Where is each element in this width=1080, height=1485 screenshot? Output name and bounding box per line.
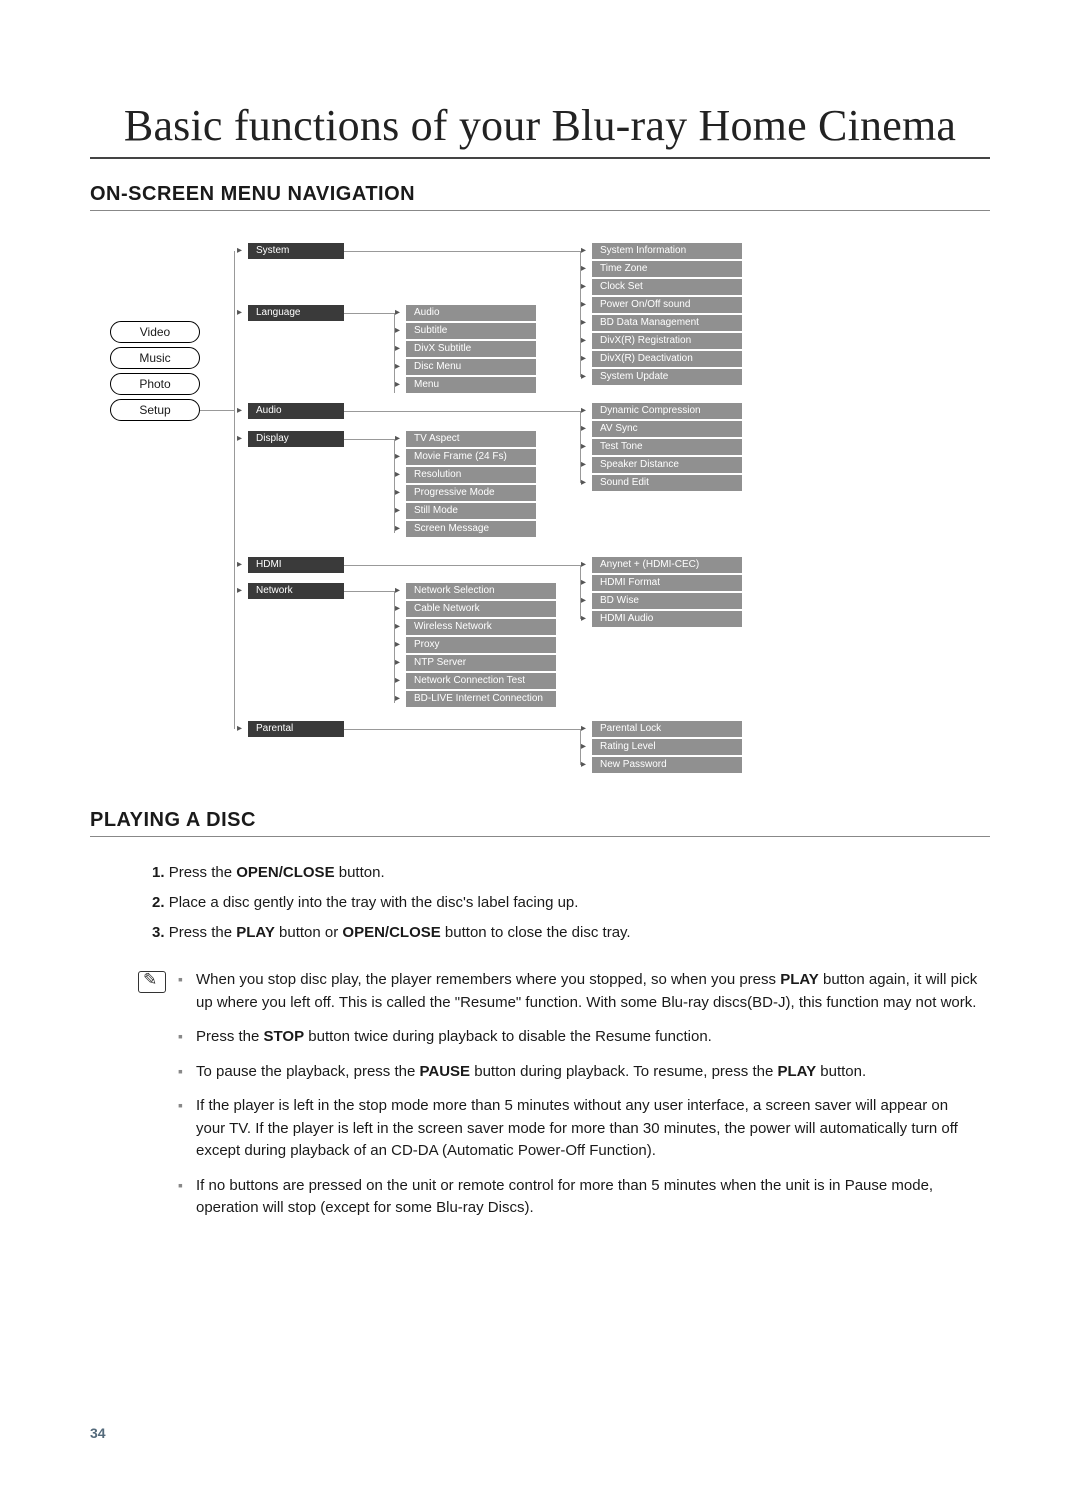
step-text: Press the (169, 924, 237, 941)
aud-avsync: AV Sync (592, 421, 742, 437)
note-text: button. (816, 1063, 866, 1080)
par-rating: Rating Level (592, 739, 742, 755)
tab-video: Video (110, 321, 200, 343)
step-3: 3. Press the PLAY button or OPEN/CLOSE b… (152, 921, 990, 945)
note-text: When you stop disc play, the player reme… (196, 971, 780, 988)
notes-block: When you stop disc play, the player reme… (90, 969, 990, 1220)
note-item: Press the STOP button twice during playb… (178, 1026, 980, 1049)
disp-still: Still Mode (406, 503, 536, 519)
step-number: 1. (152, 864, 165, 881)
sys-update: System Update (592, 369, 742, 385)
par-lock: Parental Lock (592, 721, 742, 737)
net-conntest: Network Connection Test (406, 673, 556, 689)
sys-info: System Information (592, 243, 742, 259)
disp-movieframe: Movie Frame (24 Fs) (406, 449, 536, 465)
tab-music: Music (110, 347, 200, 369)
play-label: PLAY (780, 971, 819, 988)
stop-label: STOP (264, 1028, 305, 1045)
par-newpw: New Password (592, 757, 742, 773)
sys-bddata: BD Data Management (592, 315, 742, 331)
disp-progressive: Progressive Mode (406, 485, 536, 501)
hdmi-format: HDMI Format (592, 575, 742, 591)
setup-display: Display (248, 431, 344, 447)
setup-network: Network (248, 583, 344, 599)
net-bdlive: BD-LIVE Internet Connection (406, 691, 556, 707)
disp-tvaspect: TV Aspect (406, 431, 536, 447)
sys-powersnd: Power On/Off sound (592, 297, 742, 313)
aud-dyncomp: Dynamic Compression (592, 403, 742, 419)
disp-resolution: Resolution (406, 467, 536, 483)
lang-audio: Audio (406, 305, 536, 321)
note-text: Press the (196, 1028, 264, 1045)
sys-divxreg: DivX(R) Registration (592, 333, 742, 349)
open-close-label: OPEN/CLOSE (342, 924, 440, 941)
step-text: Place a disc gently into the tray with t… (169, 894, 579, 911)
hdmi-bdwise: BD Wise (592, 593, 742, 609)
note-text: button twice during playback to disable … (304, 1028, 712, 1045)
step-number: 2. (152, 894, 165, 911)
lang-subtitle: Subtitle (406, 323, 536, 339)
play-label: PLAY (236, 924, 275, 941)
section-on-screen-menu: ON-SCREEN MENU NAVIGATION (90, 183, 990, 211)
setup-audio: Audio (248, 403, 344, 419)
hdmi-audio: HDMI Audio (592, 611, 742, 627)
aud-sndedit: Sound Edit (592, 475, 742, 491)
page-title: Basic functions of your Blu-ray Home Cin… (90, 100, 990, 159)
note-item: If no buttons are pressed on the unit or… (178, 1175, 980, 1220)
tab-photo: Photo (110, 373, 200, 395)
net-proxy: Proxy (406, 637, 556, 653)
note-text: To pause the playback, press the (196, 1063, 419, 1080)
setup-system: System (248, 243, 344, 259)
section-playing-a-disc: PLAYING A DISC (90, 809, 990, 837)
step-2: 2. Place a disc gently into the tray wit… (152, 891, 990, 915)
manual-page: Basic functions of your Blu-ray Home Cin… (0, 0, 1080, 1485)
lang-divxsub: DivX Subtitle (406, 341, 536, 357)
note-item: To pause the playback, press the PAUSE b… (178, 1061, 980, 1084)
menu-tree-diagram: Video Music Photo Setup System Language … (80, 235, 980, 795)
step-text: button to close the disc tray. (441, 924, 631, 941)
net-ntp: NTP Server (406, 655, 556, 671)
step-text: button or (275, 924, 343, 941)
setup-parental: Parental (248, 721, 344, 737)
net-selection: Network Selection (406, 583, 556, 599)
note-text: If the player is left in the stop mode m… (196, 1097, 958, 1159)
tab-setup: Setup (110, 399, 200, 421)
lang-menu: Menu (406, 377, 536, 393)
open-close-label: OPEN/CLOSE (236, 864, 334, 881)
pause-label: PAUSE (419, 1063, 470, 1080)
sys-timezone: Time Zone (592, 261, 742, 277)
note-text: button during playback. To resume, press… (470, 1063, 777, 1080)
notes-list: When you stop disc play, the player reme… (178, 969, 980, 1220)
play-label: PLAY (777, 1063, 816, 1080)
aud-spkdist: Speaker Distance (592, 457, 742, 473)
page-number: 34 (90, 1425, 106, 1441)
note-item: When you stop disc play, the player reme… (178, 969, 980, 1014)
step-text: button. (335, 864, 385, 881)
lang-discmenu: Disc Menu (406, 359, 536, 375)
step-number: 3. (152, 924, 165, 941)
sys-divxdeact: DivX(R) Deactivation (592, 351, 742, 367)
step-1: 1. Press the OPEN/CLOSE button. (152, 861, 990, 885)
net-wireless: Wireless Network (406, 619, 556, 635)
setup-hdmi: HDMI (248, 557, 344, 573)
step-text: Press the (169, 864, 237, 881)
note-text: If no buttons are pressed on the unit or… (196, 1177, 933, 1217)
note-icon (138, 971, 166, 993)
aud-testtone: Test Tone (592, 439, 742, 455)
net-cable: Cable Network (406, 601, 556, 617)
playing-steps-list: 1. Press the OPEN/CLOSE button. 2. Place… (90, 861, 990, 945)
note-item: If the player is left in the stop mode m… (178, 1095, 980, 1163)
hdmi-anynet: Anynet + (HDMI-CEC) (592, 557, 742, 573)
sys-clockset: Clock Set (592, 279, 742, 295)
disp-screenmsg: Screen Message (406, 521, 536, 537)
setup-language: Language (248, 305, 344, 321)
